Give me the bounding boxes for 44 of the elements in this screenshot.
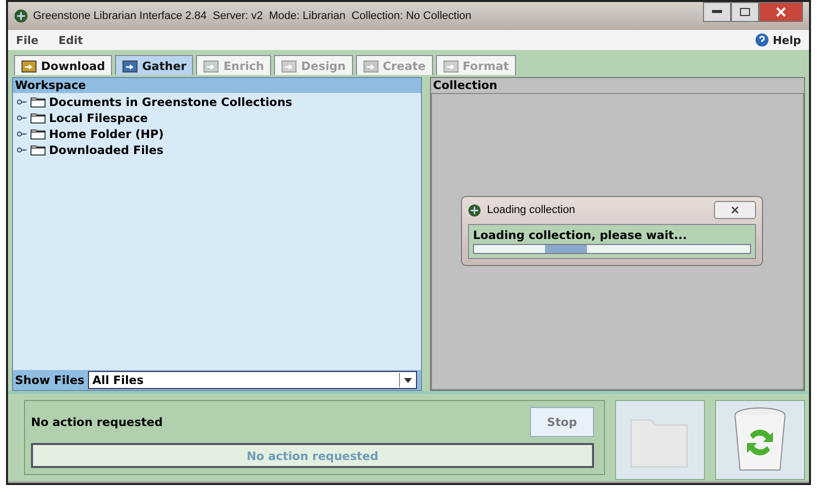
tree-item[interactable]: Documents in Greenstone Collections [49,95,292,109]
collapsed-handle-icon[interactable] [17,114,27,122]
menu-item[interactable]: File [16,34,39,46]
close-button[interactable] [759,2,803,22]
collapsed-handle-icon[interactable] [17,130,27,138]
tab-icon [122,58,138,72]
loading-message: Loading collection, please wait... [473,228,688,242]
collapsed-handle-icon[interactable] [17,98,27,106]
show-files-label: Show Files [14,373,86,387]
tree-item[interactable]: Local Filespace [49,111,148,125]
maximize-icon [740,8,750,16]
panel-title: Workspace [13,78,421,93]
tab[interactable]: Download [14,55,112,75]
app-logo-icon [14,9,28,23]
tree-item[interactable]: Downloaded Files [49,143,164,157]
status-label: No action requested [31,415,163,429]
help-icon [754,33,769,47]
minimize-button[interactable] [703,2,731,22]
tab[interactable]: Gather [115,55,194,75]
tab-icon [281,58,298,72]
folder-icon [30,128,46,140]
file-filter-dropdown[interactable]: All Files [88,371,417,389]
maximize-button[interactable] [731,2,759,22]
collapsed-handle-icon[interactable] [17,146,27,154]
folder-icon [30,112,46,124]
recycle-bin-button[interactable] [715,400,805,480]
menu-item[interactable]: Edit [58,34,83,46]
tab-icon [442,58,459,72]
status-progress-bar: No action requested [31,443,594,468]
window-title: Greenstone Librarian Interface 2.84 Server: v2 Mode: Librarian Collection: No Collection [33,10,472,22]
app-logo-icon [468,204,481,216]
folder-icon [30,144,46,156]
minimize-icon [712,10,722,14]
panel-title: Collection [431,78,804,93]
tab-icon [21,58,37,72]
close-icon [731,206,739,214]
help-button[interactable]: Help [754,33,801,47]
tab-icon [203,58,220,72]
close-button[interactable] [714,201,756,219]
folder-icon [30,96,46,108]
dialog-title: Loading collection [487,204,576,216]
tab-icon [362,58,379,72]
tree-item[interactable]: Home Folder (HP) [49,127,164,141]
close-icon [776,7,786,17]
